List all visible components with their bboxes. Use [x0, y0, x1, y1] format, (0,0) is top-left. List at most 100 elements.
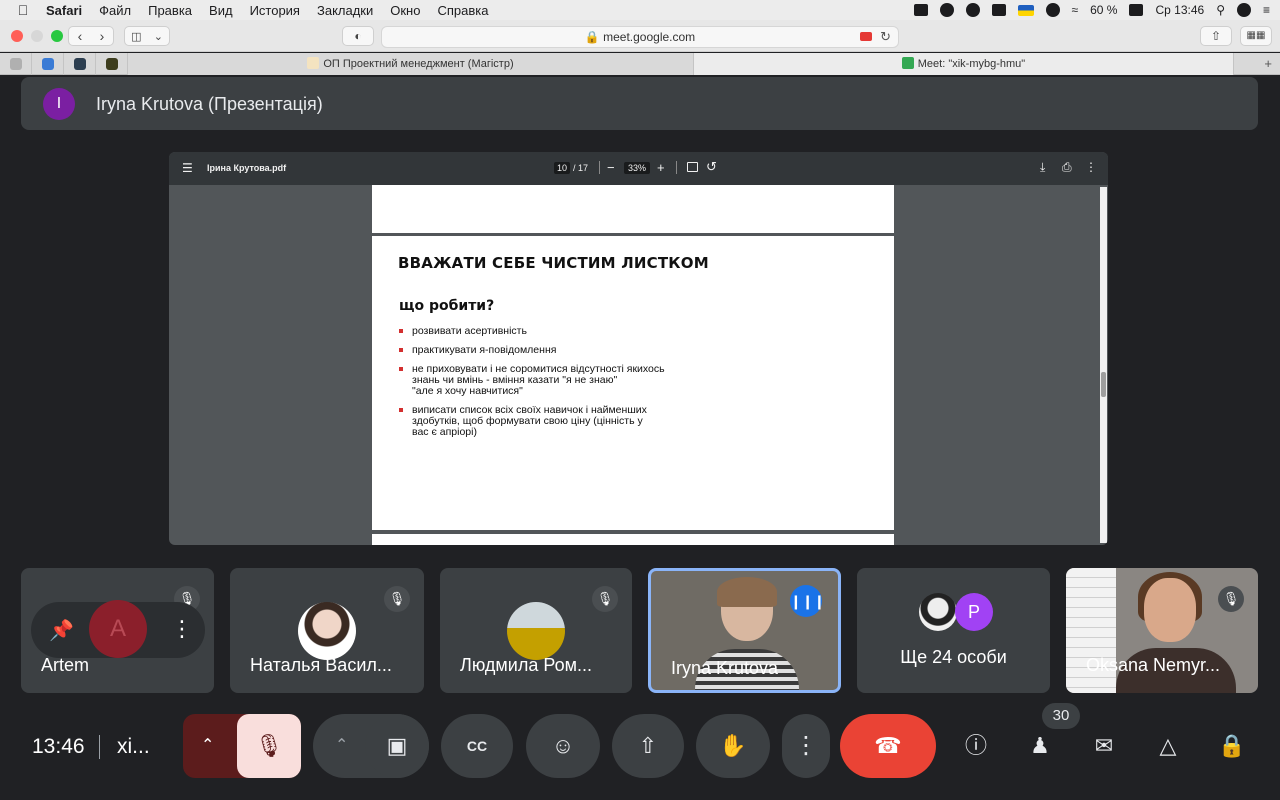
- tab-project-management[interactable]: ОП Проектний менеджмент (Магістр): [128, 53, 694, 75]
- slide-bullet: виписати список всіх своїх навичок і най…: [399, 405, 709, 438]
- pinned-tab[interactable]: [32, 53, 64, 75]
- menu-history[interactable]: История: [250, 3, 300, 18]
- tab-overview-button[interactable]: ▦▦: [1240, 26, 1272, 46]
- host-controls-button[interactable]: 🔒: [1214, 728, 1250, 764]
- share-button[interactable]: ⇧: [1200, 26, 1232, 46]
- safari-toolbar: ‹ › ◫ ⌄ ◐ 🔒 meet.google.com ↻ ⇧ ▦▦: [0, 20, 1280, 52]
- menu-file[interactable]: Файл: [99, 3, 131, 18]
- pinned-tab-favicon-icon: [73, 58, 86, 70]
- spotlight-search-icon[interactable]: ⚲: [1216, 3, 1225, 17]
- slide-bullet: розвивати асертивність: [399, 326, 709, 337]
- sidebar-toggle-button[interactable]: ◫ ⌄: [124, 26, 170, 46]
- meeting-details-button[interactable]: ⓘ: [958, 728, 994, 764]
- pinned-tab[interactable]: [96, 53, 128, 75]
- pdf-page-input[interactable]: 10: [554, 162, 571, 174]
- pdf-menu-icon[interactable]: ☰: [182, 161, 193, 175]
- video-options-chevron-up-icon[interactable]: ⌃: [335, 714, 348, 778]
- participant-tile-natalia[interactable]: 🎙 Наталья Васил...: [230, 568, 424, 693]
- vpn-status-icon[interactable]: [965, 3, 980, 17]
- minimize-window-button[interactable]: [31, 30, 43, 42]
- address-bar[interactable]: 🔒 meet.google.com ↻: [381, 26, 899, 48]
- toolbar-divider: [599, 161, 600, 174]
- chevron-down-icon: ⌄: [153, 30, 163, 43]
- pdf-scroll-thumb[interactable]: [1101, 372, 1106, 397]
- notification-status-icon[interactable]: [939, 3, 954, 17]
- camera-toggle-button[interactable]: ▣: [365, 714, 429, 778]
- audio-options-chevron-up-icon[interactable]: ⌃: [201, 714, 214, 778]
- pinned-tab-favicon-icon: [41, 58, 54, 70]
- new-tab-icon[interactable]: +: [1264, 53, 1272, 75]
- rotate-icon[interactable]: ↺: [706, 159, 717, 175]
- menu-help[interactable]: Справка: [437, 3, 488, 18]
- more-vert-icon: ⋮: [794, 732, 818, 759]
- keyboard-status-icon[interactable]: [991, 4, 1006, 16]
- pdf-scrollbar[interactable]: [1100, 187, 1107, 543]
- battery-icon[interactable]: [1129, 4, 1144, 16]
- raise-hand-icon: ✋: [719, 733, 747, 758]
- meeting-code[interactable]: xi...: [117, 735, 150, 759]
- participant-tile-iryna-speaking[interactable]: ❙❙❙ Iryna Krutova: [648, 568, 841, 693]
- pdf-toolbar: ☰ Ірина Крутова.pdf 10 / 17 − 33% + ↺ ⤓ …: [169, 152, 1108, 185]
- camera-in-use-icon[interactable]: [860, 32, 872, 41]
- pinned-tab[interactable]: [64, 53, 96, 75]
- slide-bullet-list: розвивати асертивність практикувати я-по…: [399, 326, 709, 446]
- fit-to-page-icon[interactable]: [687, 162, 698, 172]
- tab-meet[interactable]: Meet: "xik-mybg-hmu": [694, 53, 1234, 75]
- forward-icon[interactable]: ›: [91, 27, 113, 45]
- clock-divider: [99, 735, 100, 759]
- avatar: P: [955, 593, 993, 631]
- back-icon[interactable]: ‹: [69, 27, 91, 45]
- camera-status-icon[interactable]: [913, 4, 928, 16]
- zoom-out-icon[interactable]: −: [607, 160, 615, 175]
- speaking-indicator-icon: ❙❙❙: [790, 585, 825, 617]
- shared-pdf-viewer: ☰ Ірина Крутова.pdf 10 / 17 − 33% + ↺ ⤓ …: [169, 152, 1108, 545]
- people-button[interactable]: ♟: [1022, 728, 1058, 764]
- menubar-clock[interactable]: Ср 13:46: [1155, 3, 1204, 17]
- participant-tile-lyudmyla[interactable]: 🎙 Людмила Ром...: [440, 568, 632, 693]
- menu-view[interactable]: Вид: [209, 3, 233, 18]
- leave-call-button[interactable]: ☎: [840, 714, 936, 778]
- apple-menu-icon[interactable]: : [0, 2, 46, 18]
- menu-edit[interactable]: Правка: [148, 3, 192, 18]
- raise-hand-button[interactable]: ✋: [696, 714, 770, 778]
- present-now-button[interactable]: ⇧: [612, 714, 684, 778]
- bluetooth-status-icon[interactable]: [1045, 3, 1060, 17]
- pinned-tab[interactable]: [0, 53, 32, 75]
- download-icon[interactable]: ⤓: [1040, 160, 1045, 175]
- participant-tile-others[interactable]: P Ще 24 особи: [857, 568, 1050, 693]
- close-window-button[interactable]: [11, 30, 23, 42]
- microphone-toggle-button[interactable]: 🎙: [237, 714, 301, 778]
- print-icon[interactable]: ⎙: [1062, 160, 1072, 175]
- menu-safari[interactable]: Safari: [46, 3, 82, 18]
- input-language-flag-icon[interactable]: [1017, 4, 1034, 16]
- battery-percent: 60 %: [1090, 3, 1118, 17]
- menu-bookmarks[interactable]: Закладки: [317, 3, 373, 18]
- history-navigation: ‹ ›: [68, 26, 114, 46]
- activities-button[interactable]: △: [1150, 728, 1186, 764]
- more-vert-icon[interactable]: ⋮: [171, 616, 193, 642]
- control-center-icon[interactable]: ≡: [1263, 3, 1270, 17]
- avatar: [298, 602, 356, 660]
- wifi-icon[interactable]: ≈: [1072, 3, 1079, 17]
- maximize-window-button[interactable]: [51, 30, 63, 42]
- pdf-page-next: [372, 534, 894, 545]
- captions-button[interactable]: CC: [441, 714, 513, 778]
- slide-subtitle: що робити?: [399, 298, 495, 314]
- people-count-badge: 30: [1042, 703, 1080, 729]
- zoom-in-icon[interactable]: +: [657, 160, 665, 175]
- reactions-button[interactable]: ☺: [526, 714, 600, 778]
- pdf-zoom-level[interactable]: 33%: [624, 162, 651, 174]
- reload-icon[interactable]: ↻: [880, 27, 891, 47]
- more-options-button[interactable]: ⋮: [782, 714, 830, 778]
- participant-tile-oksana[interactable]: 🎙 Oksana Nemyr...: [1066, 568, 1258, 693]
- more-vert-icon[interactable]: ⋮: [1085, 160, 1097, 174]
- pdf-page-indicator: 10 / 17: [554, 162, 588, 174]
- chat-button[interactable]: ✉: [1086, 728, 1122, 764]
- pin-icon[interactable]: 📌: [49, 618, 74, 643]
- participant-tile-artem[interactable]: 🎙 📌 A ⋮ Artem: [21, 568, 214, 693]
- menu-window[interactable]: Окно: [390, 3, 420, 18]
- privacy-report-button[interactable]: ◐: [342, 26, 374, 46]
- microphone-control-group: ⌃ 🎙: [183, 714, 301, 778]
- pinned-tab-favicon-icon: [9, 58, 22, 70]
- siri-icon[interactable]: [1236, 3, 1251, 17]
